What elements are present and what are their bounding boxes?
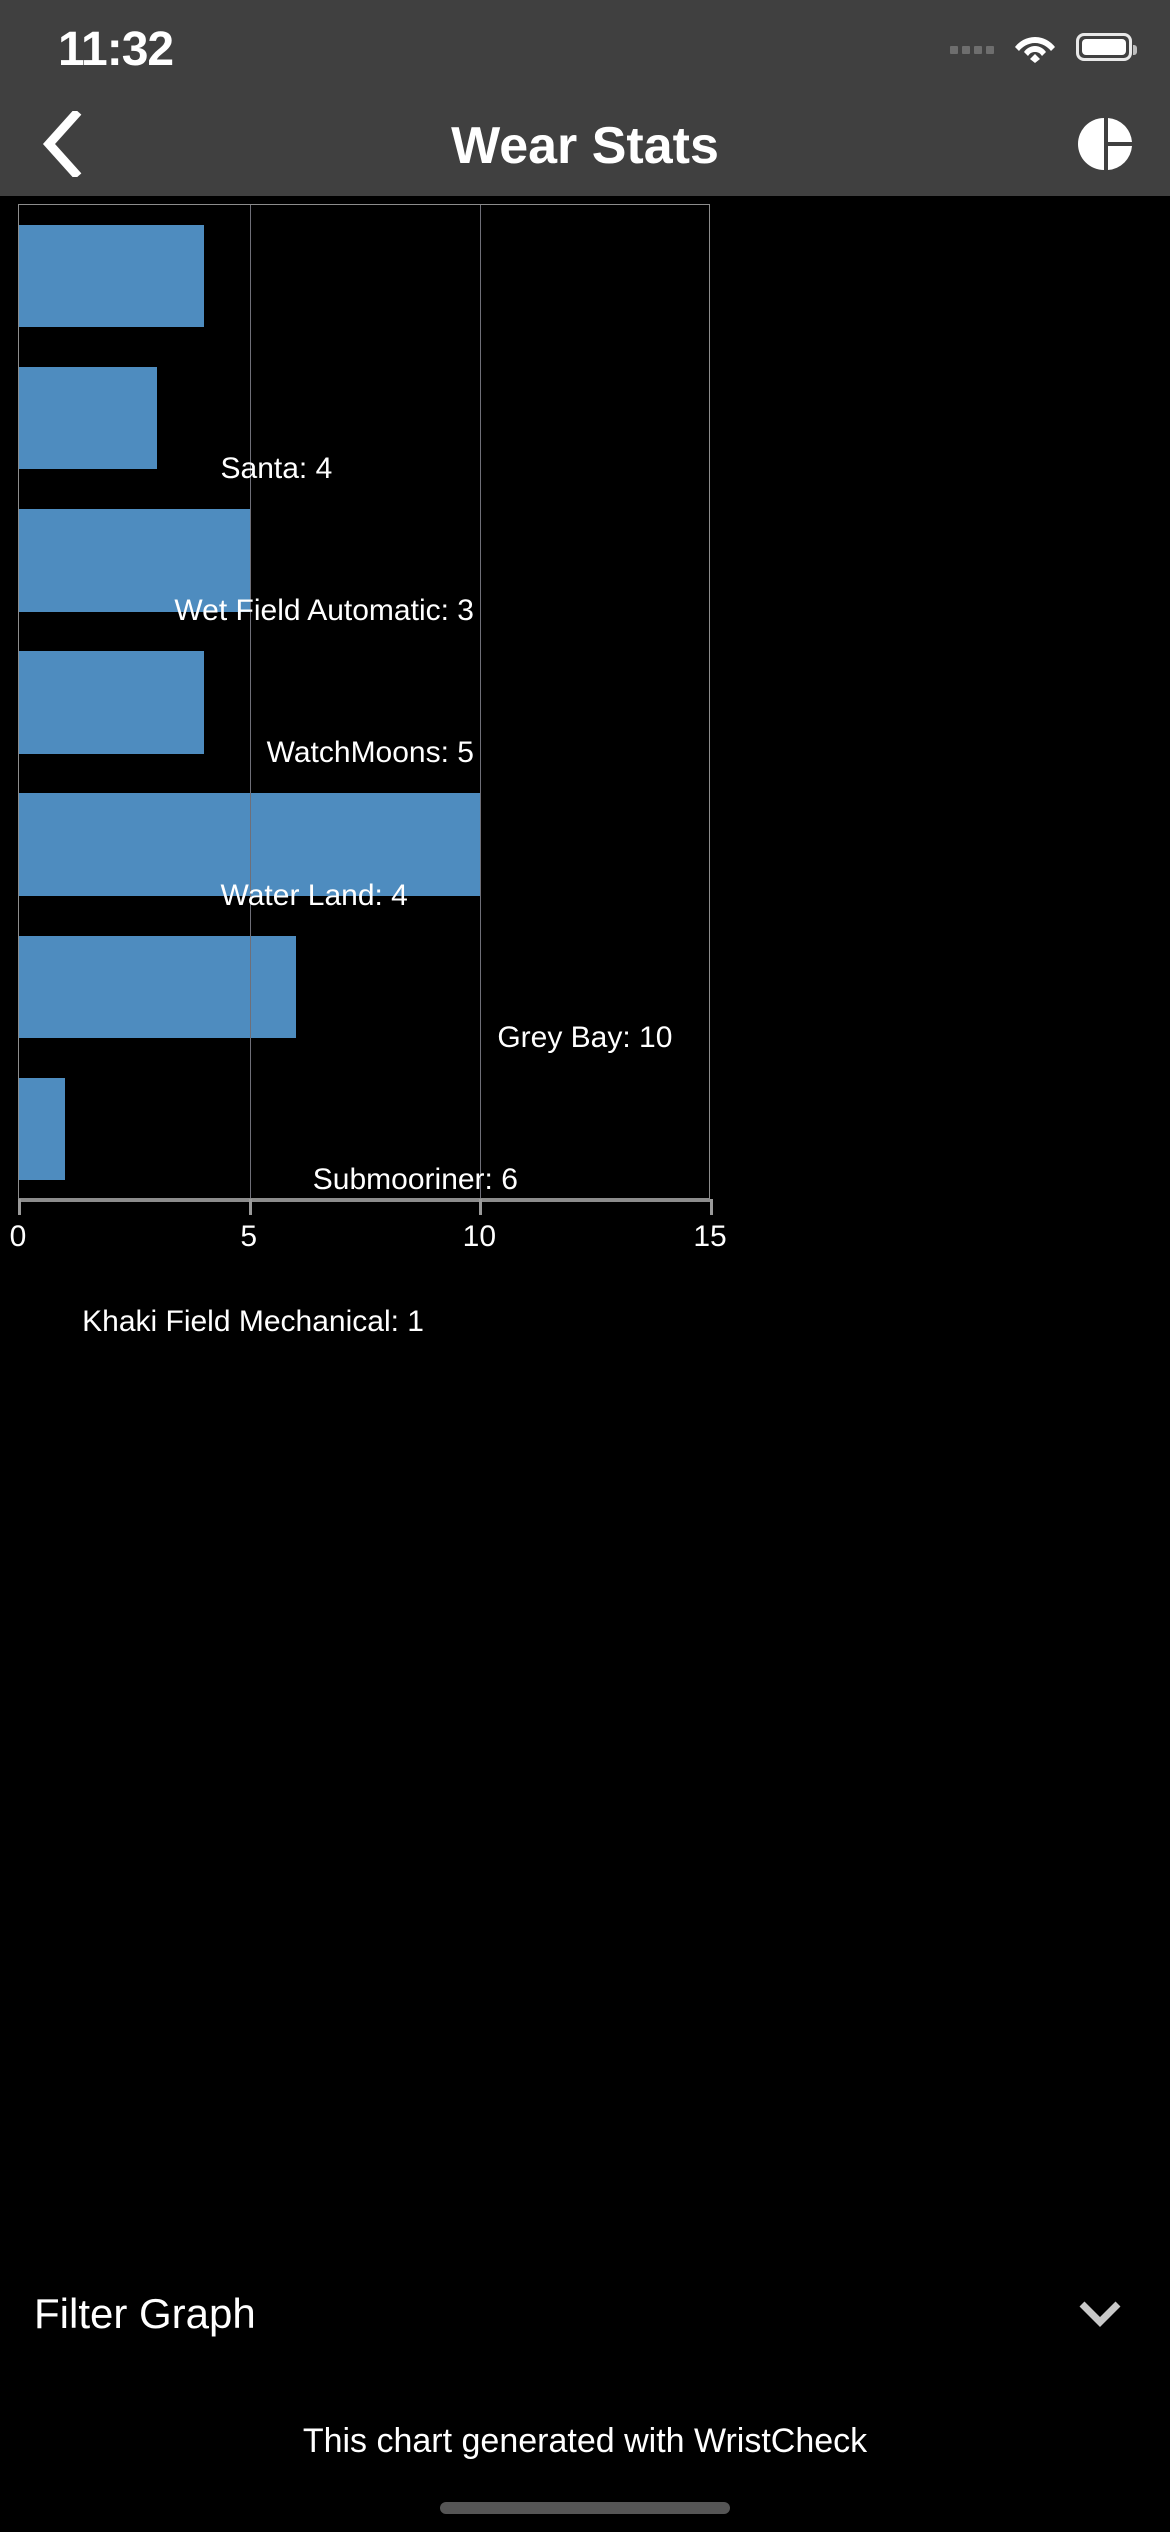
bar-label: WatchMoons: 5: [266, 736, 474, 770]
bar-label: Water Land: 4: [220, 878, 408, 912]
gridline: [480, 205, 482, 1198]
chevron-down-icon: [1076, 2296, 1124, 2333]
x-tick-label: 10: [462, 1220, 497, 1253]
x-tick-label: 5: [240, 1220, 257, 1253]
nav-bar: Wear Stats: [0, 96, 1170, 196]
x-tick: [248, 1199, 252, 1215]
bar-row: [19, 367, 709, 470]
x-axis-line: [18, 1199, 710, 1202]
bar[interactable]: [19, 224, 204, 328]
bar-label: Santa: 4: [220, 452, 333, 486]
bar[interactable]: [19, 1077, 66, 1181]
bar-label: Wet Field Automatic: 3: [174, 594, 474, 628]
bar-row: [19, 224, 709, 328]
bar-label: Grey Bay: 10: [497, 1020, 673, 1054]
footer-note: This chart generated with WristCheck: [302, 2422, 868, 2460]
x-tick: [18, 1199, 21, 1215]
status-icons: [950, 22, 1137, 72]
status-time: 11:32: [58, 23, 174, 76]
x-tick-label: 15: [693, 1220, 727, 1253]
x-tick-label: 0: [9, 1220, 27, 1253]
bar[interactable]: [19, 367, 158, 470]
bar[interactable]: [19, 935, 296, 1038]
filter-graph-expand-button[interactable]: [1072, 2290, 1128, 2338]
signal-dots-icon: [950, 40, 994, 54]
x-tick: [479, 1199, 483, 1215]
filter-graph-label[interactable]: Filter Graph: [34, 2290, 256, 2338]
gridline: [249, 205, 251, 1198]
status-bar: 11:32: [0, 0, 1170, 96]
home-indicator[interactable]: [440, 2502, 730, 2514]
wifi-icon: [1014, 31, 1056, 63]
pie-chart-icon: [1077, 115, 1135, 178]
battery-icon: [1076, 33, 1137, 61]
page-title: Wear Stats: [451, 117, 719, 175]
chart-container: 0 5 10 15 Santa: 4 Wet Field Automatic: 3 Wat…: [0, 196, 1170, 2056]
chart-type-button[interactable]: [1064, 104, 1148, 188]
bar[interactable]: [19, 651, 204, 754]
x-tick: [710, 1199, 713, 1215]
bar-label: Submooriner: 6: [312, 1162, 518, 1196]
bar-label: Khaki Field Mechanical: 1: [82, 1304, 424, 1338]
